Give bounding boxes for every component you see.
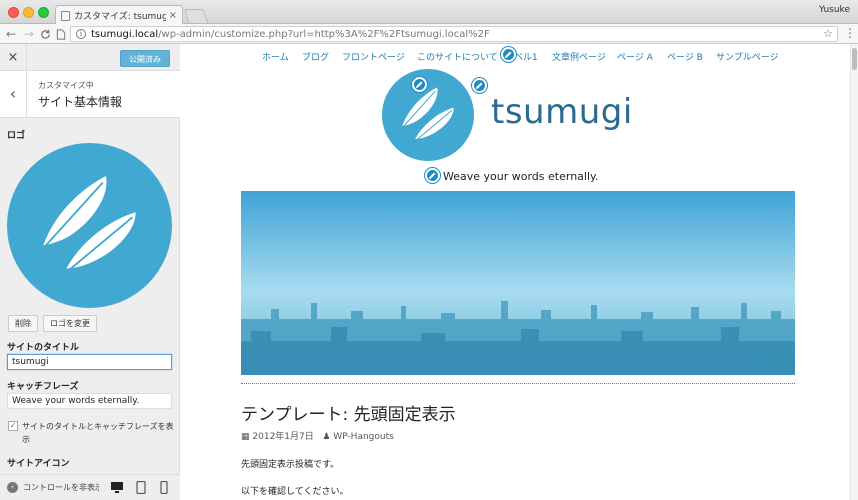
- browser-toolbar: ← → i tsumugi.local /wp-admin/customize.…: [0, 24, 858, 44]
- site-tagline: Weave your words eternally.: [443, 170, 599, 183]
- nav-page-a[interactable]: ページ A: [617, 50, 653, 63]
- desktop-preview-icon[interactable]: [110, 481, 124, 494]
- collapse-icon[interactable]: ‹: [7, 482, 18, 493]
- section-title: サイト基本情報: [38, 95, 123, 109]
- display-title-label: サイトのタイトルとキャッチフレーズを表示: [22, 422, 174, 444]
- site-icon-label: サイトアイコン: [7, 459, 70, 469]
- site-title[interactable]: tsumugi: [491, 92, 633, 132]
- minimize-window-button[interactable]: [23, 7, 34, 18]
- url-host: tsumugi.local: [91, 28, 159, 40]
- tagline-input[interactable]: Weave your words eternally.: [7, 393, 172, 409]
- mobile-preview-icon[interactable]: [157, 481, 171, 494]
- logo-preview-image[interactable]: [7, 143, 172, 308]
- site-info-icon[interactable]: i: [76, 29, 86, 39]
- page-icon: [61, 10, 70, 21]
- publish-button[interactable]: 公開済み: [120, 50, 170, 67]
- back-arrow-icon[interactable]: ←: [4, 26, 18, 42]
- display-title-checkbox[interactable]: ✓: [8, 421, 18, 431]
- post-paragraph: 以下を確認してください。: [241, 487, 349, 497]
- close-customizer-icon[interactable]: ×: [0, 44, 27, 71]
- browser-titlebar: カスタマイズ: tsumugi – Weave × Yusuke: [0, 0, 858, 25]
- tab-title: カスタマイズ: tsumugi – Weave: [74, 12, 166, 22]
- section-header: ‹ カスタマイズ中 サイト基本情報: [0, 71, 180, 118]
- section-subtitle: カスタマイズ中: [38, 81, 94, 90]
- bookmark-star-icon[interactable]: ☆: [823, 27, 833, 40]
- title-edit-pencil-icon[interactable]: [472, 78, 487, 93]
- tablet-preview-icon[interactable]: [134, 481, 148, 494]
- nav-sample-page[interactable]: サンプルページ: [716, 50, 779, 63]
- new-tab-button[interactable]: [183, 9, 209, 23]
- scrollbar-thumb[interactable]: [852, 48, 857, 70]
- nav-front-page[interactable]: フロントページ: [342, 50, 405, 63]
- remove-logo-button[interactable]: 削除: [8, 315, 38, 332]
- author-icon: ♟: [322, 432, 331, 442]
- header-divider: [241, 383, 795, 384]
- browser-tab[interactable]: カスタマイズ: tsumugi – Weave ×: [55, 5, 183, 25]
- forward-arrow-icon[interactable]: →: [22, 26, 36, 42]
- post-title[interactable]: テンプレート: 先頭固定表示: [241, 400, 456, 425]
- preview-scrollbar[interactable]: [850, 44, 858, 500]
- tagline-edit-pencil-icon[interactable]: [425, 168, 440, 183]
- logo-label: ロゴ: [7, 131, 26, 141]
- close-window-button[interactable]: [8, 7, 19, 18]
- customizer-footer: ‹ コントロールを非表示: [0, 474, 180, 500]
- address-bar[interactable]: i tsumugi.local /wp-admin/customize.php?…: [70, 26, 838, 42]
- logo-edit-pencil-icon[interactable]: [412, 77, 427, 92]
- nav-about[interactable]: このサイトについて: [417, 50, 498, 63]
- post-author[interactable]: WP-Hangouts: [333, 432, 394, 442]
- post-date[interactable]: 2012年1月7日: [252, 432, 313, 442]
- tab-close-icon[interactable]: ×: [169, 10, 177, 21]
- home-icon[interactable]: [54, 26, 68, 44]
- menu-edit-pencil-icon[interactable]: [501, 47, 516, 62]
- browser-menu-icon[interactable]: ⋮: [844, 26, 856, 40]
- header-image: [241, 191, 795, 375]
- collapse-controls-link[interactable]: コントロールを非表示: [23, 482, 99, 493]
- post-meta: ▦ 2012年1月7日 ♟ WP-Hangouts: [241, 429, 394, 442]
- site-title-input[interactable]: tsumugi: [7, 354, 172, 370]
- tagline-label: キャッチフレーズ: [7, 382, 79, 392]
- back-chevron-icon[interactable]: ‹: [0, 71, 27, 118]
- nav-page-b[interactable]: ページ B: [667, 50, 703, 63]
- customizer-header: × 公開済み: [0, 44, 180, 71]
- site-title-label: サイトのタイトル: [7, 343, 80, 353]
- nav-sample-text[interactable]: 文章例ページ: [552, 50, 606, 63]
- profile-name[interactable]: Yusuke: [819, 5, 850, 15]
- reload-icon[interactable]: [38, 26, 52, 44]
- url-path: /wp-admin/customize.php?url=http%3A%2F%2…: [158, 28, 490, 40]
- nav-level1[interactable]: ベル1: [514, 50, 538, 63]
- nav-blog[interactable]: ブログ: [302, 50, 329, 63]
- calendar-icon: ▦: [241, 432, 250, 442]
- post-paragraph: 先頭固定表示投稿です。: [241, 460, 340, 470]
- zoom-window-button[interactable]: [38, 7, 49, 18]
- change-logo-button[interactable]: ロゴを変更: [43, 315, 97, 332]
- site-preview: ホーム ブログ フロントページ このサイトについて ベル1 文章例ページ ページ…: [181, 44, 850, 500]
- nav-home[interactable]: ホーム: [262, 50, 289, 63]
- site-logo-image[interactable]: [382, 69, 474, 161]
